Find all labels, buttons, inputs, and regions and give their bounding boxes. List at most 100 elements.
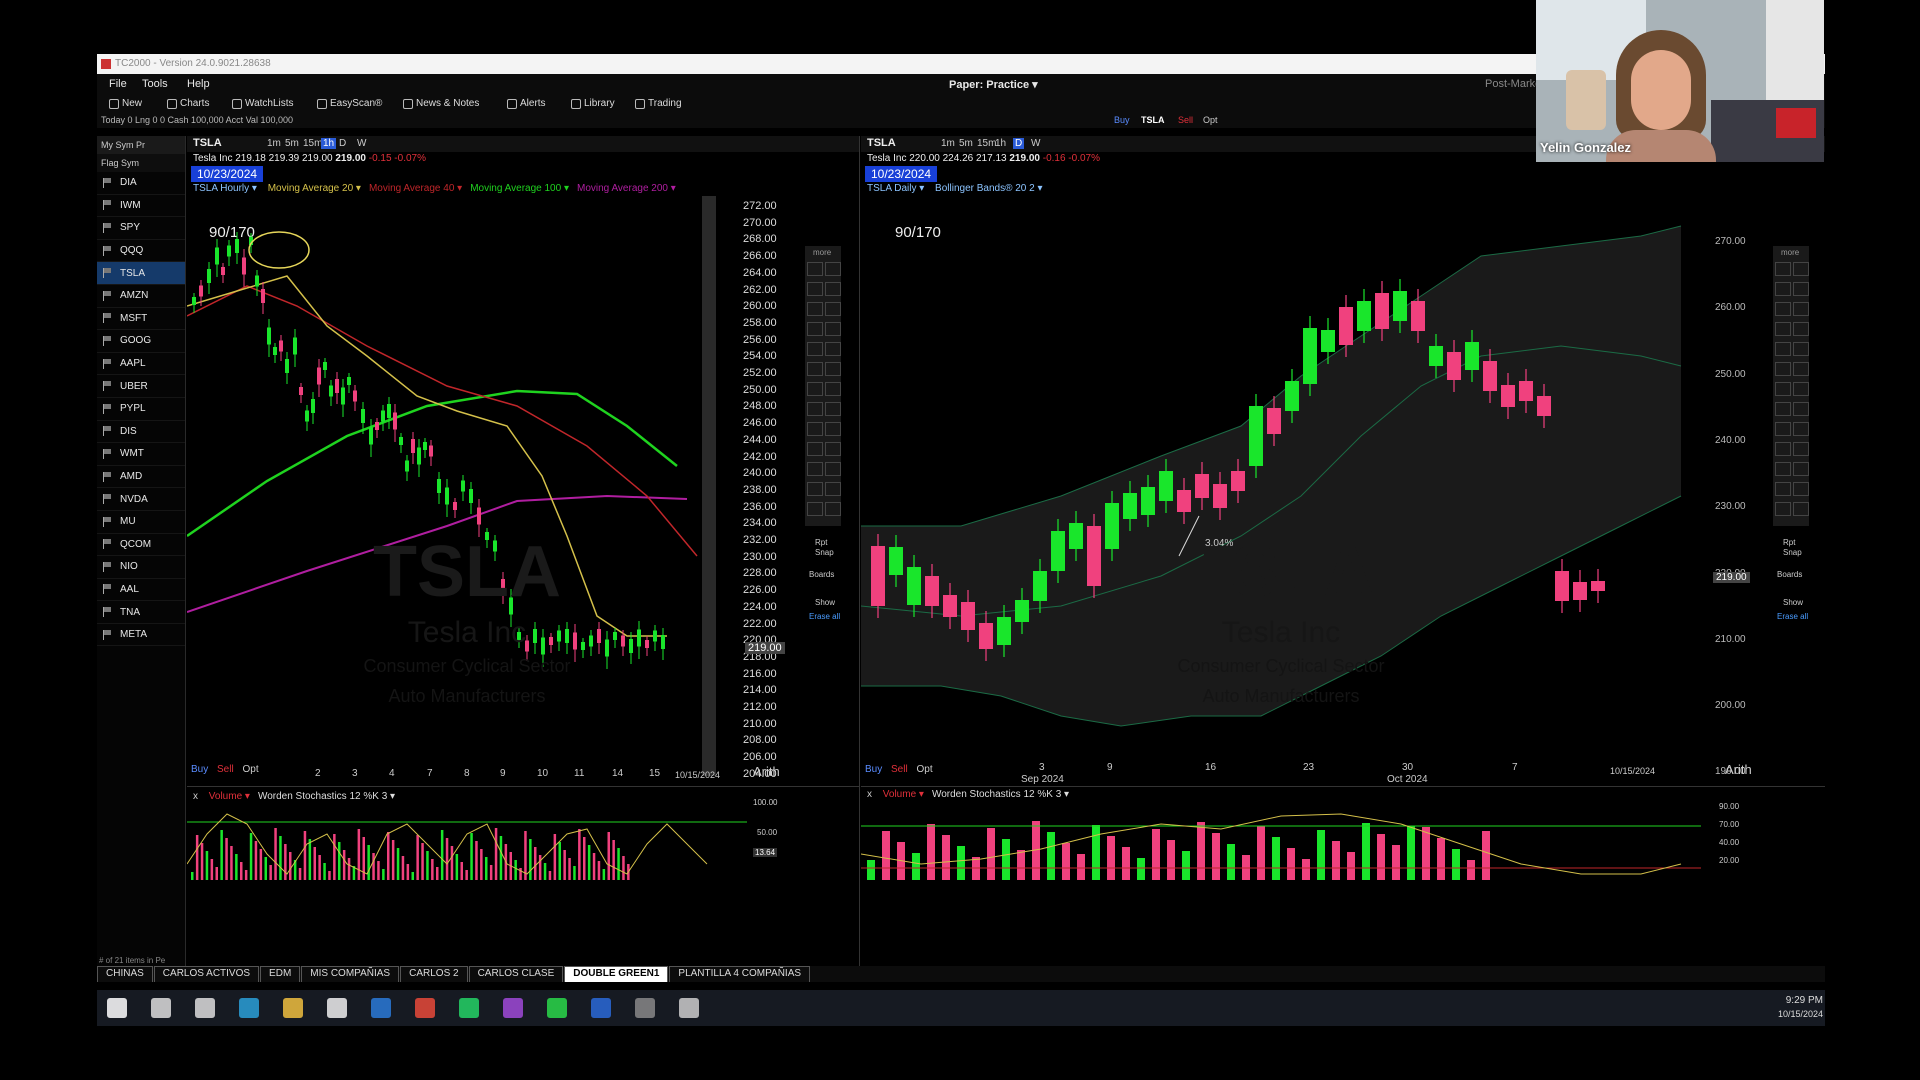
flag-icon[interactable]	[103, 607, 114, 618]
right-chart-symbol[interactable]: TSLA	[867, 137, 896, 149]
whatsapp-icon[interactable]	[459, 998, 479, 1018]
watchlist-row-dia[interactable]: DIA	[97, 172, 185, 195]
right-tf-1h[interactable]: 1h	[995, 138, 1006, 149]
layout-tab[interactable]: DOUBLE GREEN1	[564, 966, 669, 982]
right-price-chart[interactable]: 3.04%	[861, 196, 1701, 856]
search-icon[interactable]	[151, 998, 171, 1018]
windows-start-icon[interactable]	[107, 998, 127, 1018]
menu-file[interactable]: File	[109, 78, 127, 90]
drawing-tool-icon[interactable]	[1775, 282, 1791, 296]
drawing-tool-icon[interactable]	[807, 262, 823, 276]
trade-opt-button[interactable]: Opt	[1203, 115, 1218, 125]
left-tf-5m[interactable]: 5m	[285, 138, 299, 149]
watchlist-row-tna[interactable]: TNA	[97, 601, 185, 624]
charts-button[interactable]: Charts	[167, 98, 209, 109]
drawing-tool-icon[interactable]	[1793, 322, 1809, 336]
taskbar-clock-date[interactable]: 10/15/2024	[1769, 1009, 1823, 1019]
watchlist-row-qcom[interactable]: QCOM	[97, 534, 185, 557]
layout-tab[interactable]: CARLOS 2	[400, 966, 468, 982]
drawing-tool-icon[interactable]	[1775, 402, 1791, 416]
drawing-tool-icon[interactable]	[825, 362, 841, 376]
flag-icon[interactable]	[103, 494, 114, 505]
left-indicator-chart[interactable]	[187, 804, 747, 882]
menu-help[interactable]: Help	[187, 78, 210, 90]
tc2000-icon[interactable]	[547, 998, 567, 1018]
left-study-title[interactable]: TSLA Hourly ▾	[193, 183, 257, 194]
flag-icon[interactable]	[103, 426, 114, 437]
left-price-chart[interactable]	[187, 196, 747, 856]
flag-icon[interactable]	[103, 290, 114, 301]
left-tf-1h[interactable]: 1h	[321, 138, 337, 149]
right-tool-rpt[interactable]: Rpt	[1783, 538, 1795, 547]
watchlist-row-spy[interactable]: SPY	[97, 217, 185, 240]
watchlist-row-wmt[interactable]: WMT	[97, 443, 185, 466]
right-indicator-chart[interactable]	[861, 804, 1701, 882]
left-tool-erase[interactable]: Erase all	[809, 612, 840, 621]
left-tools-more[interactable]: more	[813, 248, 831, 257]
left-tool-boards[interactable]: Boards	[809, 570, 834, 579]
drawing-tool-icon[interactable]	[1793, 362, 1809, 376]
drawing-tool-icon[interactable]	[1775, 322, 1791, 336]
flag-icon[interactable]	[103, 222, 114, 233]
new-button[interactable]: New	[109, 98, 142, 109]
store-icon[interactable]	[327, 998, 347, 1018]
flag-icon[interactable]	[103, 313, 114, 324]
watchlist-row-nio[interactable]: NIO	[97, 556, 185, 579]
flag-icon[interactable]	[103, 448, 114, 459]
zoom-icon[interactable]	[591, 998, 611, 1018]
flag-icon[interactable]	[103, 561, 114, 572]
drawing-tool-icon[interactable]	[1793, 262, 1809, 276]
drawing-tool-icon[interactable]	[1793, 382, 1809, 396]
annotation-ellipse[interactable]	[248, 231, 310, 269]
drawing-tool-icon[interactable]	[1775, 462, 1791, 476]
flag-icon[interactable]	[103, 335, 114, 346]
flag-icon[interactable]	[103, 268, 114, 279]
menu-tools[interactable]: Tools	[142, 78, 168, 90]
drawing-tool-icon[interactable]	[1793, 302, 1809, 316]
layout-tab[interactable]: MIS COMPAÑIAS	[301, 966, 400, 982]
flag-icon[interactable]	[103, 381, 114, 392]
watchlist-row-pypl[interactable]: PYPL	[97, 398, 185, 421]
layout-tab[interactable]: EDM	[260, 966, 301, 982]
flag-icon[interactable]	[103, 539, 114, 550]
left-time-axis[interactable]: 2 3 4 7 8 9 10 11 14 15	[187, 768, 747, 782]
right-lower-study-1[interactable]: Worden Stochastics 12 %K 3 ▾	[932, 789, 1069, 800]
flag-icon[interactable]	[103, 516, 114, 527]
drawing-tool-icon[interactable]	[807, 462, 823, 476]
drawing-tool-icon[interactable]	[825, 282, 841, 296]
drawing-tool-icon[interactable]	[825, 402, 841, 416]
drawing-tool-icon[interactable]	[1793, 422, 1809, 436]
drawing-tool-icon[interactable]	[1775, 302, 1791, 316]
drawing-tool-icon[interactable]	[807, 402, 823, 416]
drawing-tool-icon[interactable]	[1775, 422, 1791, 436]
drawing-tool-icon[interactable]	[807, 342, 823, 356]
left-tf-D[interactable]: D	[339, 138, 346, 149]
left-tf-W[interactable]: W	[357, 138, 366, 149]
left-lower-close-icon[interactable]: x	[193, 791, 198, 802]
flag-icon[interactable]	[103, 245, 114, 256]
right-tf-15m[interactable]: 15m	[977, 138, 996, 149]
left-lower-study-1[interactable]: Worden Stochastics 12 %K 3 ▾	[258, 791, 395, 802]
drawing-tool-icon[interactable]	[1793, 402, 1809, 416]
drawing-tool-icon[interactable]	[807, 422, 823, 436]
left-study-3[interactable]: Moving Average 200 ▾	[577, 183, 676, 194]
right-pane-divider[interactable]	[861, 786, 1825, 787]
watchlist-row-iwm[interactable]: IWM	[97, 195, 185, 218]
drawing-tool-icon[interactable]	[1775, 262, 1791, 276]
taskbar-clock-time[interactable]: 9:29 PM	[1777, 995, 1823, 1006]
drawing-tool-icon[interactable]	[1775, 482, 1791, 496]
drawing-tool-icon[interactable]	[807, 502, 823, 516]
alerts-button[interactable]: Alerts	[507, 98, 546, 109]
left-tool-snap[interactable]: Snap	[815, 548, 834, 557]
drawing-tool-icon[interactable]	[825, 322, 841, 336]
right-study-title[interactable]: TSLA Daily ▾	[867, 183, 924, 194]
left-study-2[interactable]: Moving Average 100 ▾	[470, 183, 569, 194]
library-button[interactable]: Library	[571, 98, 615, 109]
drawing-tool-icon[interactable]	[1793, 502, 1809, 516]
edge-icon[interactable]	[239, 998, 259, 1018]
drawing-tool-icon[interactable]	[807, 282, 823, 296]
left-price-axis[interactable]: 272.00 270.00 268.00 266.00 264.00 262.00 260.…	[743, 136, 803, 856]
watchlist-row-goog[interactable]: GOOG	[97, 330, 185, 353]
drawing-tool-icon[interactable]	[825, 482, 841, 496]
drawing-tool-icon[interactable]	[1775, 342, 1791, 356]
